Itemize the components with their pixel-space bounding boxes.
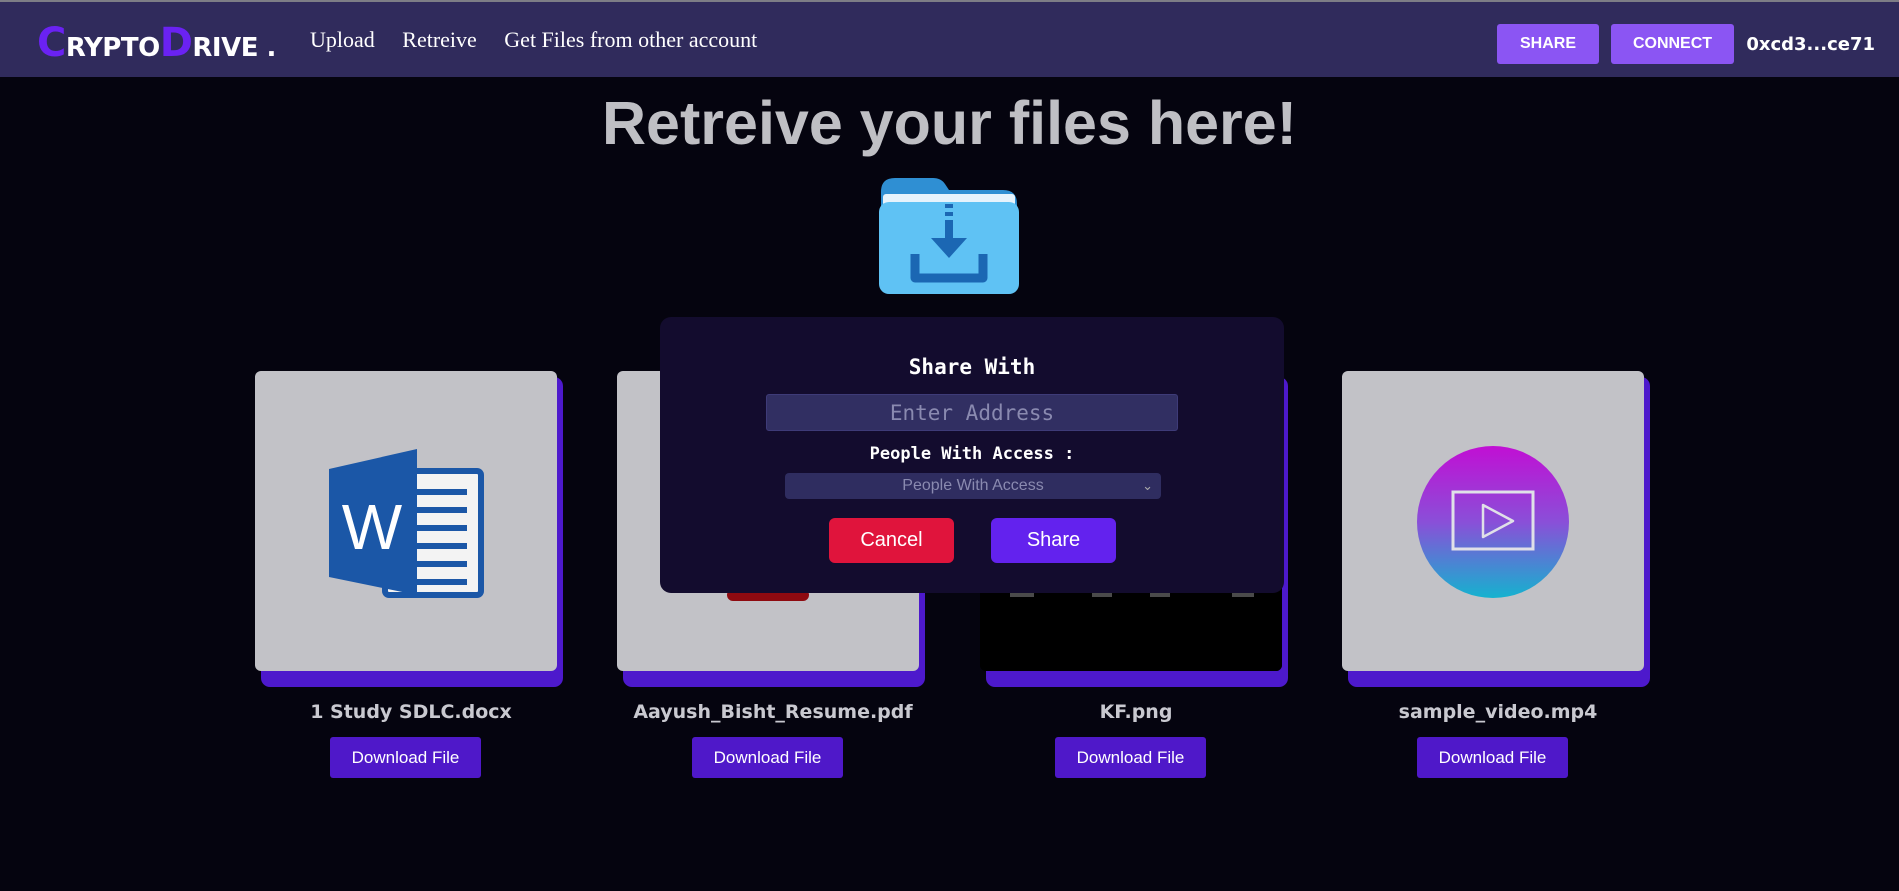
- access-label: People With Access :: [869, 444, 1075, 464]
- svg-text:W: W: [342, 491, 403, 563]
- download-file-button[interactable]: Download File: [330, 737, 481, 778]
- video-play-icon: [1417, 446, 1569, 598]
- logo-text-rypto: RYPTO: [65, 33, 160, 63]
- page-title: Retreive your files here!: [601, 89, 1297, 157]
- file-name: KF.png: [1099, 701, 1173, 723]
- logo-dot: .: [266, 33, 277, 63]
- access-select[interactable]: People With Access ⌄: [785, 473, 1161, 499]
- navbar: CRYPTODRIVE . Upload Retreive Get Files …: [0, 2, 1899, 77]
- logo-letter-d: D: [159, 20, 193, 66]
- nav-link-upload[interactable]: Upload: [310, 27, 375, 52]
- file-thumbnail[interactable]: [1342, 371, 1644, 671]
- access-select-value: People With Access: [902, 477, 1044, 494]
- cancel-button[interactable]: Cancel: [829, 518, 954, 563]
- word-document-icon: W: [329, 449, 484, 598]
- logo-text-rive: RIVE: [192, 33, 258, 63]
- file-name: Aayush_Bisht_Resume.pdf: [633, 701, 913, 723]
- nav-link-get-files[interactable]: Get Files from other account: [504, 27, 757, 52]
- chevron-down-icon: ⌄: [1142, 478, 1153, 493]
- file-name: sample_video.mp4: [1398, 701, 1598, 723]
- address-input[interactable]: [766, 394, 1178, 431]
- share-nav-button[interactable]: SHARE: [1497, 24, 1599, 64]
- download-file-button[interactable]: Download File: [692, 737, 843, 778]
- connect-button[interactable]: CONNECT: [1611, 24, 1734, 64]
- account-address: 0xcd3...ce71: [1746, 34, 1875, 55]
- download-file-button[interactable]: Download File: [1055, 737, 1206, 778]
- download-file-button[interactable]: Download File: [1417, 737, 1568, 778]
- modal-title: Share With: [908, 355, 1036, 379]
- share-modal: Share With People With Access : People W…: [660, 317, 1284, 593]
- logo-letter-c: C: [37, 20, 66, 66]
- brand-logo[interactable]: CRYPTODRIVE .: [37, 20, 276, 66]
- share-button[interactable]: Share: [991, 518, 1116, 563]
- folder-download-icon: [877, 172, 1021, 296]
- nav-links: Upload Retreive Get Files from other acc…: [310, 27, 779, 53]
- nav-link-retreive[interactable]: Retreive: [402, 27, 477, 52]
- file-name: 1 Study SDLC.docx: [310, 701, 512, 723]
- file-thumbnail[interactable]: W: [255, 371, 557, 671]
